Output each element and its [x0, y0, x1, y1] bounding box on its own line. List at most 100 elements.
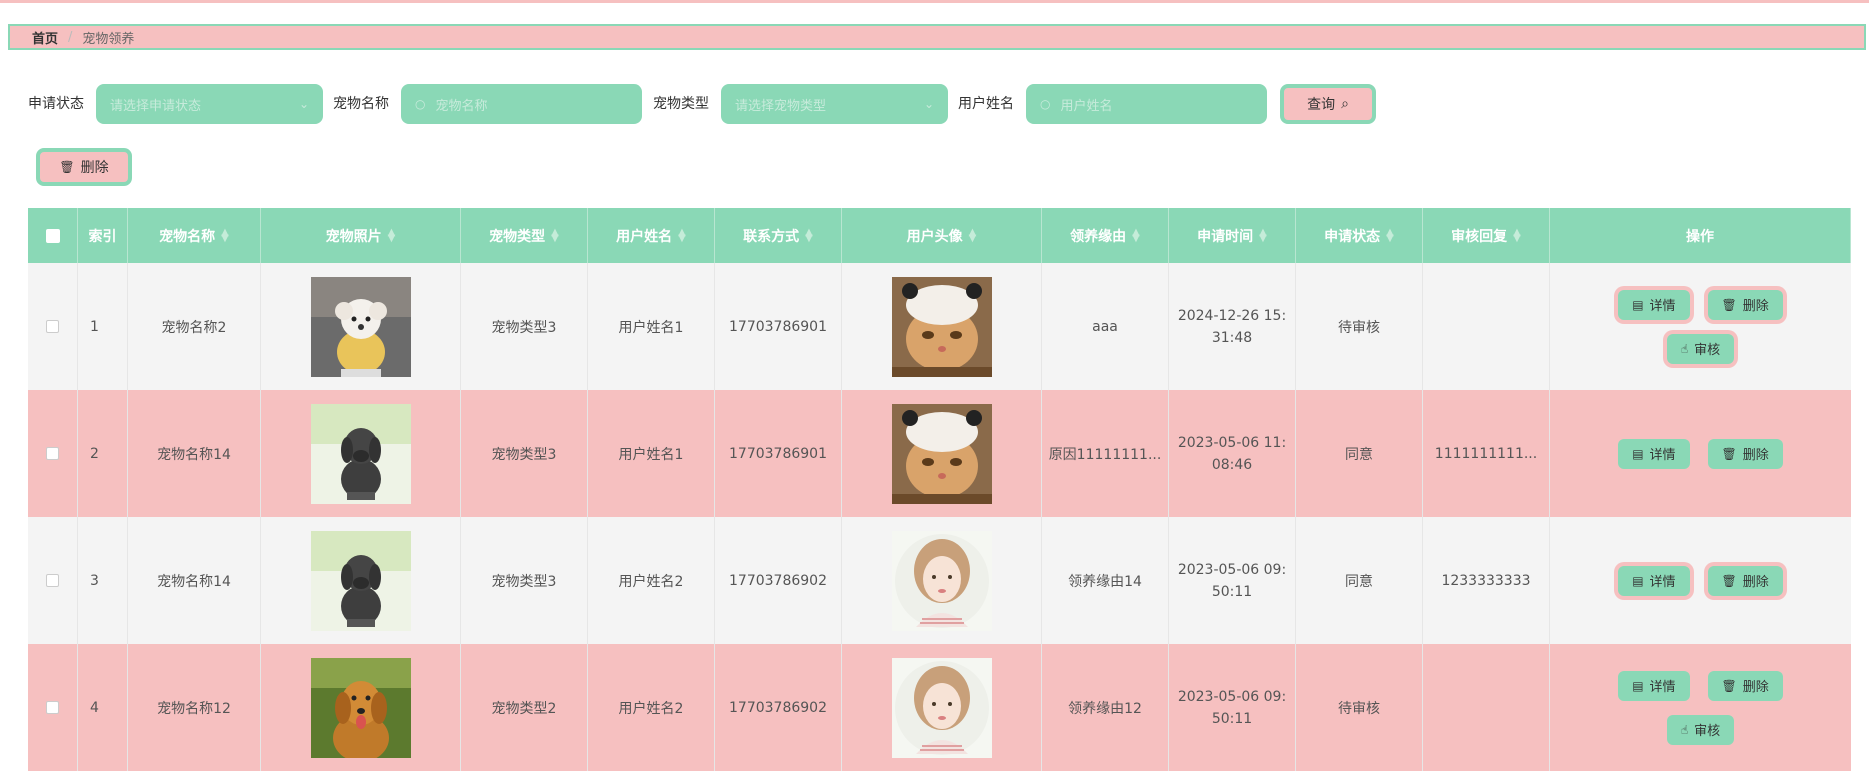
cell-reply	[1423, 644, 1550, 771]
trash-icon: 🗑	[1721, 446, 1737, 461]
actions-row: ☝ 审核	[1666, 714, 1735, 745]
select-all-cell	[28, 208, 78, 263]
time-line-1: 2023-05-06 09:	[1177, 561, 1287, 578]
cell-phone: 17703786902	[715, 517, 842, 644]
cell-actions: ▤ 详情 🗑 删除	[1550, 517, 1851, 644]
row-checkbox[interactable]	[46, 447, 59, 460]
header-avatar[interactable]: 用户头像 ▲ ▼	[842, 208, 1042, 263]
header-pet-photo[interactable]: 宠物照片 ▲ ▼	[261, 208, 461, 263]
cell-time: 2023-05-06 11: 08:46	[1169, 390, 1296, 517]
user-avatar	[891, 657, 992, 758]
pet-name-input[interactable]: ○ 宠物名称	[401, 84, 642, 124]
cell-text: 原因11111111...	[1048, 446, 1162, 463]
time-line-2: 31:48	[1211, 329, 1253, 346]
row-checkbox[interactable]	[46, 574, 59, 587]
sort-icon[interactable]: ▲ ▼	[1513, 227, 1521, 243]
cell-text: 宠物类型3	[491, 319, 557, 336]
breadcrumb-home[interactable]: 首页	[32, 28, 58, 47]
detail-button[interactable]: ▤ 详情	[1618, 565, 1690, 596]
sort-icon[interactable]: ▲ ▼	[805, 227, 813, 243]
review-button[interactable]: ☝ 审核	[1666, 333, 1735, 364]
pet-type-select[interactable]: 请选择宠物类型 ⌄	[721, 84, 948, 124]
header-user-name[interactable]: 用户姓名 ▲ ▼	[588, 208, 715, 263]
sort-icon[interactable]: ▲ ▼	[1259, 227, 1267, 243]
sort-icon[interactable]: ▲ ▼	[678, 227, 686, 243]
header-status[interactable]: 申请状态 ▲ ▼	[1296, 208, 1423, 263]
button-label: 删除	[1742, 299, 1769, 314]
cell-status: 待审核	[1296, 263, 1423, 390]
button-label: 删除	[1742, 575, 1769, 590]
cell-text: 17703786902	[729, 699, 827, 716]
cell-pet-type: 宠物类型2	[461, 644, 588, 771]
sort-icon[interactable]: ▲ ▼	[1386, 227, 1394, 243]
sort-icon[interactable]: ▲ ▼	[551, 227, 559, 243]
cell-time: 2023-05-06 09: 50:11	[1169, 517, 1296, 644]
cell-text: 宠物名称14	[157, 446, 231, 463]
trash-icon: 🗑	[1721, 297, 1737, 312]
cell-pet-type: 宠物类型3	[461, 263, 588, 390]
top-accent-line	[0, 0, 1869, 3]
table-row[interactable]: 3 宠物名称14 宠物类型3 用户姓名2 17703786902 领养缘由14 2023-0…	[28, 517, 1851, 644]
user-name-input[interactable]: ○ 用户姓名	[1026, 84, 1267, 124]
actions-row: ▤ 详情 🗑 删除	[1618, 670, 1783, 701]
batch-delete-button[interactable]: 🗑 删除	[36, 148, 132, 186]
detail-button[interactable]: ▤ 详情	[1618, 438, 1690, 469]
query-button[interactable]: 查询 ⌕	[1280, 84, 1376, 124]
header-reason[interactable]: 领养缘由 ▲ ▼	[1042, 208, 1169, 263]
delete-button[interactable]: 🗑 删除	[1707, 438, 1783, 469]
header-label: 操作	[1686, 228, 1714, 245]
user-name-label: 用户姓名	[958, 96, 1014, 112]
cell-text: 同意	[1345, 573, 1373, 590]
header-time[interactable]: 申请时间 ▲ ▼	[1169, 208, 1296, 263]
table-row[interactable]: 4 宠物名称12 宠物类型2 用户姓名2 17703786902 领养缘由12 2023-0…	[28, 644, 1851, 771]
cell-pet-type: 宠物类型3	[461, 390, 588, 517]
cell-reason: 领养缘由14	[1042, 517, 1169, 644]
table-row[interactable]: 2 宠物名称14 宠物类型3 用户姓名1 17703786901 原因11111111..…	[28, 390, 1851, 517]
row-select-cell	[28, 517, 78, 644]
cell-text: 宠物名称2	[161, 319, 227, 336]
pet-photo	[310, 403, 411, 504]
row-checkbox[interactable]	[46, 320, 59, 333]
header-pet-type[interactable]: 宠物类型 ▲ ▼	[461, 208, 588, 263]
header-pet-name[interactable]: 宠物名称 ▲ ▼	[128, 208, 261, 263]
actions-row: ☝ 审核	[1666, 333, 1735, 364]
cell-text: 1111111111...	[1434, 445, 1538, 462]
review-button[interactable]: ☝ 审核	[1666, 714, 1735, 745]
select-all-checkbox[interactable]	[45, 228, 60, 243]
cell-reason: 领养缘由12	[1042, 644, 1169, 771]
delete-button[interactable]: 🗑 删除	[1707, 670, 1783, 701]
cell-index: 2	[78, 390, 128, 517]
table-header: 索引 宠物名称 ▲ ▼ 宠物照片 ▲ ▼ 宠物类型 ▲ ▼ 用户姓名 ▲ ▼ 联系方式 ▲ ▼ 用户…	[28, 208, 1851, 263]
detail-button[interactable]: ▤ 详情	[1618, 289, 1690, 320]
header-reply[interactable]: 审核回复 ▲ ▼	[1423, 208, 1550, 263]
cell-text: 宠物类型3	[491, 573, 557, 590]
button-label: 审核	[1694, 724, 1721, 739]
cell-text: 3	[90, 572, 99, 589]
search-icon: ○	[415, 97, 426, 111]
trash-icon: 🗑	[1721, 573, 1737, 588]
header-label: 宠物照片	[325, 228, 382, 245]
header-label: 用户姓名	[616, 228, 673, 245]
cell-text: 4	[90, 699, 99, 716]
delete-button[interactable]: 🗑 删除	[1707, 565, 1783, 596]
sort-icon[interactable]: ▲ ▼	[388, 227, 396, 243]
cell-pet-name: 宠物名称14	[128, 517, 261, 644]
sort-icon[interactable]: ▲ ▼	[1132, 227, 1140, 243]
cell-index: 3	[78, 517, 128, 644]
detail-button[interactable]: ▤ 详情	[1618, 670, 1690, 701]
table-row[interactable]: 1 宠物名称2 宠物类型3 用户姓名1 17703786901 aaa 2024-12-26…	[28, 263, 1851, 390]
sort-icon[interactable]: ▲ ▼	[969, 227, 977, 243]
row-checkbox[interactable]	[46, 701, 59, 714]
actions-row: ▤ 详情 🗑 删除	[1618, 565, 1783, 596]
cell-user-name: 用户姓名1	[588, 390, 715, 517]
document-icon: ▤	[1632, 446, 1644, 461]
status-select[interactable]: 请选择申请状态 ⌄	[96, 84, 323, 124]
cell-user-name: 用户姓名1	[588, 263, 715, 390]
cell-reply: 1233333333	[1423, 517, 1550, 644]
sort-icon[interactable]: ▲ ▼	[221, 227, 229, 243]
header-phone[interactable]: 联系方式 ▲ ▼	[715, 208, 842, 263]
time-line-1: 2023-05-06 11:	[1177, 434, 1287, 451]
delete-button[interactable]: 🗑 删除	[1707, 289, 1783, 320]
document-icon: ▤	[1632, 297, 1644, 312]
button-label: 详情	[1649, 299, 1676, 314]
